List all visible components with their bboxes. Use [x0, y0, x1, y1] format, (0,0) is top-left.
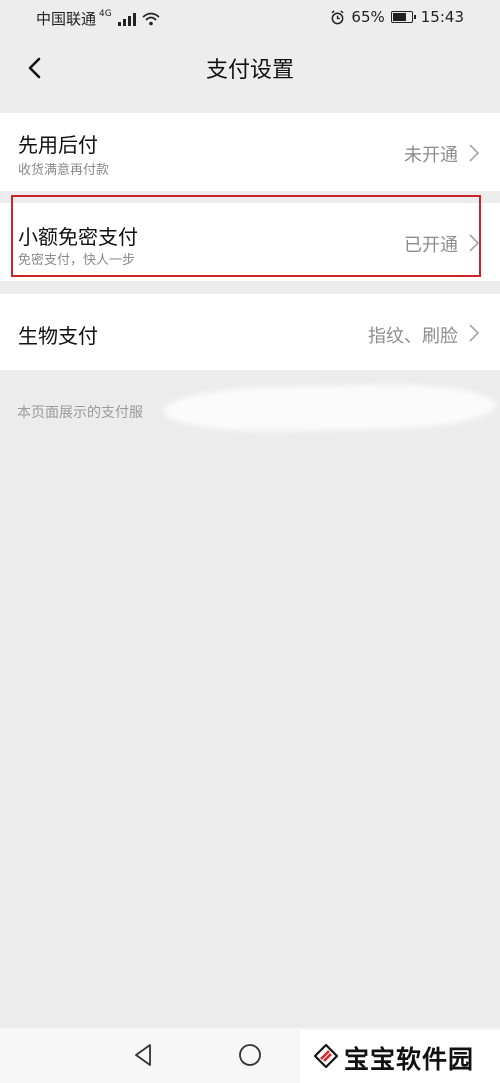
setting-sublabel: 免密支付，快人一步 [18, 253, 136, 268]
clock: 15:43 [420, 8, 464, 26]
battery-fill [392, 13, 406, 21]
chevron-right-icon [469, 234, 480, 252]
battery-icon [390, 11, 416, 23]
wifi-icon [142, 12, 160, 25]
watermark-text: 宝宝软件园 [344, 1045, 475, 1074]
status-left: 中国联通 4G [36, 8, 160, 29]
carrier-label: 中国联通 [36, 10, 97, 28]
setting-label: 小额免密支付 [18, 225, 138, 249]
setting-row-password-free[interactable]: 小额免密支付 免密支付，快人一步 已开通 [0, 203, 500, 281]
service-notice: 本页面展示的支付服 [17, 405, 143, 421]
setting-status: 指纹、刷脸 [368, 326, 458, 347]
setting-row-biometric[interactable]: 生物支付 指纹、刷脸 [0, 294, 500, 370]
setting-label: 先用后付 [18, 133, 98, 157]
setting-status: 已开通 [404, 235, 458, 256]
battery-percent: 65% [351, 8, 385, 26]
watermark: 宝宝软件园 [300, 1030, 500, 1083]
signal-icon [117, 12, 136, 26]
network-label: 4G [99, 8, 112, 19]
setting-sublabel: 收货满意再付款 [18, 163, 110, 178]
alarm-icon [331, 9, 344, 24]
setting-label: 生物支付 [18, 324, 98, 348]
chevron-right-icon [469, 144, 480, 162]
redaction-overlay [169, 389, 491, 427]
watermark-logo-icon [314, 1044, 338, 1068]
status-right: 65% 15:43 [330, 8, 464, 26]
setting-status: 未开通 [404, 145, 458, 166]
status-bar: 中国联通 4G 65% 15:43 [0, 0, 500, 36]
setting-row-pay-later[interactable]: 先用后付 收货满意再付款 未开通 [0, 113, 500, 191]
nav-bar: 支付设置 [0, 36, 500, 100]
nav-back-icon[interactable] [130, 1042, 156, 1068]
page-title: 支付设置 [205, 58, 294, 83]
nav-home-icon[interactable] [237, 1042, 263, 1068]
chevron-right-icon [469, 324, 480, 342]
